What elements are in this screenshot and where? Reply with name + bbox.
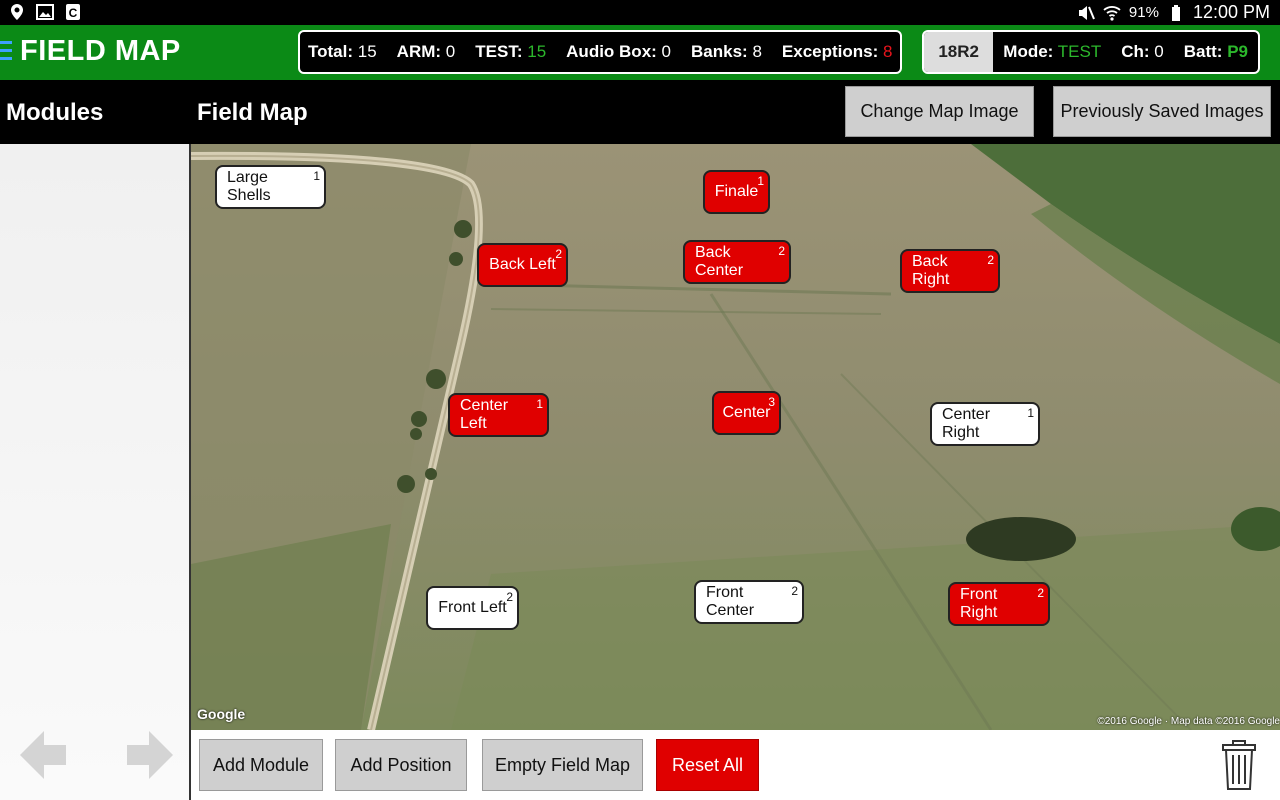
field-map-canvas[interactable]: Large Shells 1 Finale 1 Back Left 2 Back Ce…	[191, 144, 1280, 730]
arrow-left-icon[interactable]	[18, 729, 68, 781]
satellite-map-image	[191, 144, 1280, 730]
position-center-left[interactable]: Center Left 1	[448, 393, 549, 437]
modules-title: Modules	[6, 99, 104, 126]
wifi-icon	[1103, 4, 1121, 22]
stat-audio-box: Audio Box: 0	[566, 42, 672, 61]
position-front-right[interactable]: Front Right 2	[948, 582, 1050, 626]
device-mode: Mode: TEST	[1003, 42, 1102, 61]
stat-total: Total: 15	[308, 42, 377, 61]
modules-list[interactable]	[0, 144, 190, 800]
hamburger-menu-icon[interactable]	[0, 41, 12, 63]
device-battery: Batt: P9	[1183, 42, 1248, 61]
device-id[interactable]: 18R2	[924, 32, 994, 72]
c-app-icon: C	[64, 3, 82, 21]
add-position-button[interactable]: Add Position	[335, 739, 467, 791]
field-map-title: Field Map	[197, 99, 308, 126]
position-back-right[interactable]: Back Right 2	[900, 249, 1000, 293]
trash-icon[interactable]	[1222, 739, 1256, 791]
battery-icon	[1167, 4, 1185, 22]
location-icon	[8, 3, 26, 21]
position-back-left[interactable]: Back Left 2	[477, 243, 568, 287]
reset-all-button[interactable]: Reset All	[656, 739, 759, 791]
stats-panel: Total: 15 ARM: 0 TEST: 15 Audio Box: 0 B…	[298, 30, 902, 74]
app-title: FIELD MAP	[20, 35, 181, 67]
position-back-center[interactable]: Back Center 2	[683, 240, 791, 284]
battery-percent: 91%	[1128, 4, 1159, 21]
bottom-toolbar: Add Module Add Position Empty Field Map …	[191, 730, 1280, 800]
section-header: Modules Field Map Change Map Image Previ…	[0, 80, 1280, 144]
map-attribution: ©2016 Google · Map data ©2016 Google	[1097, 716, 1280, 727]
change-map-image-button[interactable]: Change Map Image	[845, 86, 1034, 137]
arrow-right-icon[interactable]	[125, 729, 175, 781]
stat-test: TEST: 15	[475, 42, 547, 61]
svg-text:C: C	[69, 6, 78, 20]
image-icon	[36, 3, 54, 21]
app-bar: FIELD MAP Total: 15 ARM: 0 TEST: 15 Audi…	[0, 25, 1280, 80]
position-large-shells[interactable]: Large Shells 1	[215, 165, 326, 209]
clock: 12:00 PM	[1192, 2, 1270, 22]
stat-arm: ARM: 0	[396, 42, 456, 61]
previously-saved-images-button[interactable]: Previously Saved Images	[1053, 86, 1271, 137]
position-center[interactable]: Center 3	[712, 391, 781, 435]
stat-banks: Banks: 8	[691, 42, 762, 61]
device-channel: Ch: 0	[1121, 42, 1164, 61]
status-bar: C 91% 12:00 PM	[0, 0, 1280, 25]
empty-field-map-button[interactable]: Empty Field Map	[482, 739, 643, 791]
position-front-left[interactable]: Front Left 2	[426, 586, 519, 630]
position-center-right[interactable]: Center Right 1	[930, 402, 1040, 446]
mute-icon	[1077, 4, 1095, 22]
stat-exceptions: Exceptions: 8	[781, 42, 893, 61]
google-logo: Google	[197, 706, 246, 722]
add-module-button[interactable]: Add Module	[199, 739, 323, 791]
position-front-center[interactable]: Front Center 2	[694, 580, 804, 624]
position-finale[interactable]: Finale 1	[703, 170, 770, 214]
device-panel[interactable]: 18R2 Mode: TEST Ch: 0 Batt: P9	[922, 30, 1260, 74]
